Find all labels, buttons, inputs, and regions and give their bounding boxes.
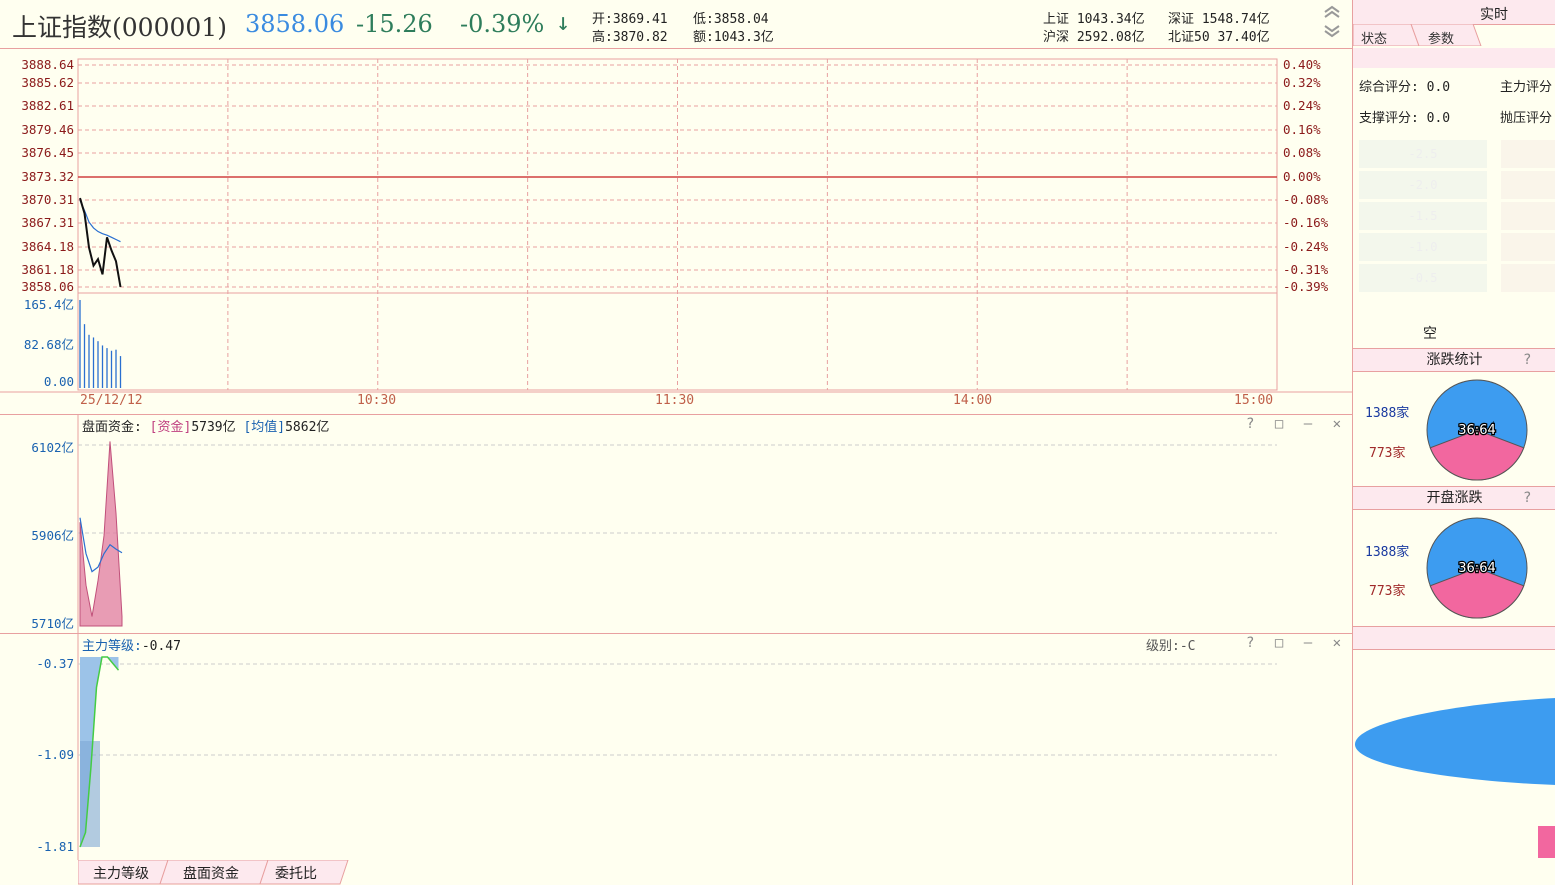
support-score: 支撑评分: 0.0 — [1359, 107, 1450, 126]
score-bar: -0.5 — [1359, 264, 1487, 292]
open-down-count: 773家 — [1369, 584, 1406, 599]
open-pie-chart: 36:64 — [1426, 517, 1528, 619]
fund-chart[interactable] — [0, 414, 1352, 633]
price-line — [79, 197, 122, 288]
realtime-header: 实时 — [1353, 0, 1555, 25]
right-info-panel: 实时 状态 参数 综合评分: 0.0 主力评分 支撑评分: 0.0 抛压评分 -… — [1352, 0, 1555, 885]
empty-label: 空 — [1423, 326, 1437, 342]
updown-down-count: 773家 — [1369, 446, 1406, 461]
updown-up-count: 1388家 — [1365, 406, 1410, 421]
tab-params[interactable]: 参数 — [1428, 28, 1454, 47]
tab-fund[interactable]: 盘面资金 — [183, 863, 239, 883]
blank-section-header — [1353, 626, 1555, 650]
score-bar-right — [1501, 171, 1555, 199]
tab-main-force[interactable]: 主力等级 — [93, 863, 149, 883]
updown-ratio: 36:64 — [1458, 423, 1495, 438]
composite-score-label: 综合评分: — [1359, 80, 1419, 95]
main-force-chart[interactable] — [0, 633, 1352, 860]
score-bar: -2.5 — [1359, 140, 1487, 168]
composite-score-value: 0.0 — [1426, 80, 1451, 95]
fund-area — [79, 441, 123, 627]
score-bar: -1.0 — [1359, 233, 1487, 261]
blue-gauge-shape — [1354, 698, 1555, 785]
selling-pressure-label: 抛压评分 — [1500, 111, 1553, 126]
pink-bar-indicator — [1538, 826, 1555, 858]
help-icon[interactable]: ? — [1523, 487, 1531, 509]
score-bar-right — [1501, 140, 1555, 168]
updown-pie-chart: 36:64 — [1426, 379, 1528, 481]
tab-underline-bar — [1353, 48, 1555, 68]
price-chart[interactable] — [0, 0, 1352, 414]
tab-status[interactable]: 状态 — [1361, 28, 1387, 47]
bottom-tab-bar: 主力等级 盘面资金 委托比 — [0, 860, 1352, 885]
main-force-score-label: 主力评分 — [1500, 80, 1553, 95]
composite-score: 综合评分: 0.0 — [1359, 76, 1450, 95]
score-bar-right — [1501, 202, 1555, 230]
score-bar-right — [1501, 264, 1555, 292]
score-bar: -2.0 — [1359, 171, 1487, 199]
score-bar-right — [1501, 233, 1555, 261]
updown-stats-title: 涨跌统计 — [1426, 352, 1483, 368]
open-ratio: 36:64 — [1458, 561, 1495, 576]
main-force-dark-area — [80, 741, 100, 847]
updown-stats-header: 涨跌统计 ? — [1353, 348, 1555, 372]
help-icon[interactable]: ? — [1523, 349, 1531, 371]
support-score-label: 支撑评分: — [1359, 111, 1419, 126]
score-bar: -1.5 — [1359, 202, 1487, 230]
open-up-count: 1388家 — [1365, 545, 1410, 560]
support-score-value: 0.0 — [1426, 111, 1451, 126]
realtime-label[interactable]: 实时 — [1480, 4, 1508, 24]
tab-order-ratio[interactable]: 委托比 — [275, 863, 317, 883]
open-updown-header: 开盘涨跌 ? — [1353, 486, 1555, 510]
open-updown-title: 开盘涨跌 — [1426, 490, 1483, 506]
